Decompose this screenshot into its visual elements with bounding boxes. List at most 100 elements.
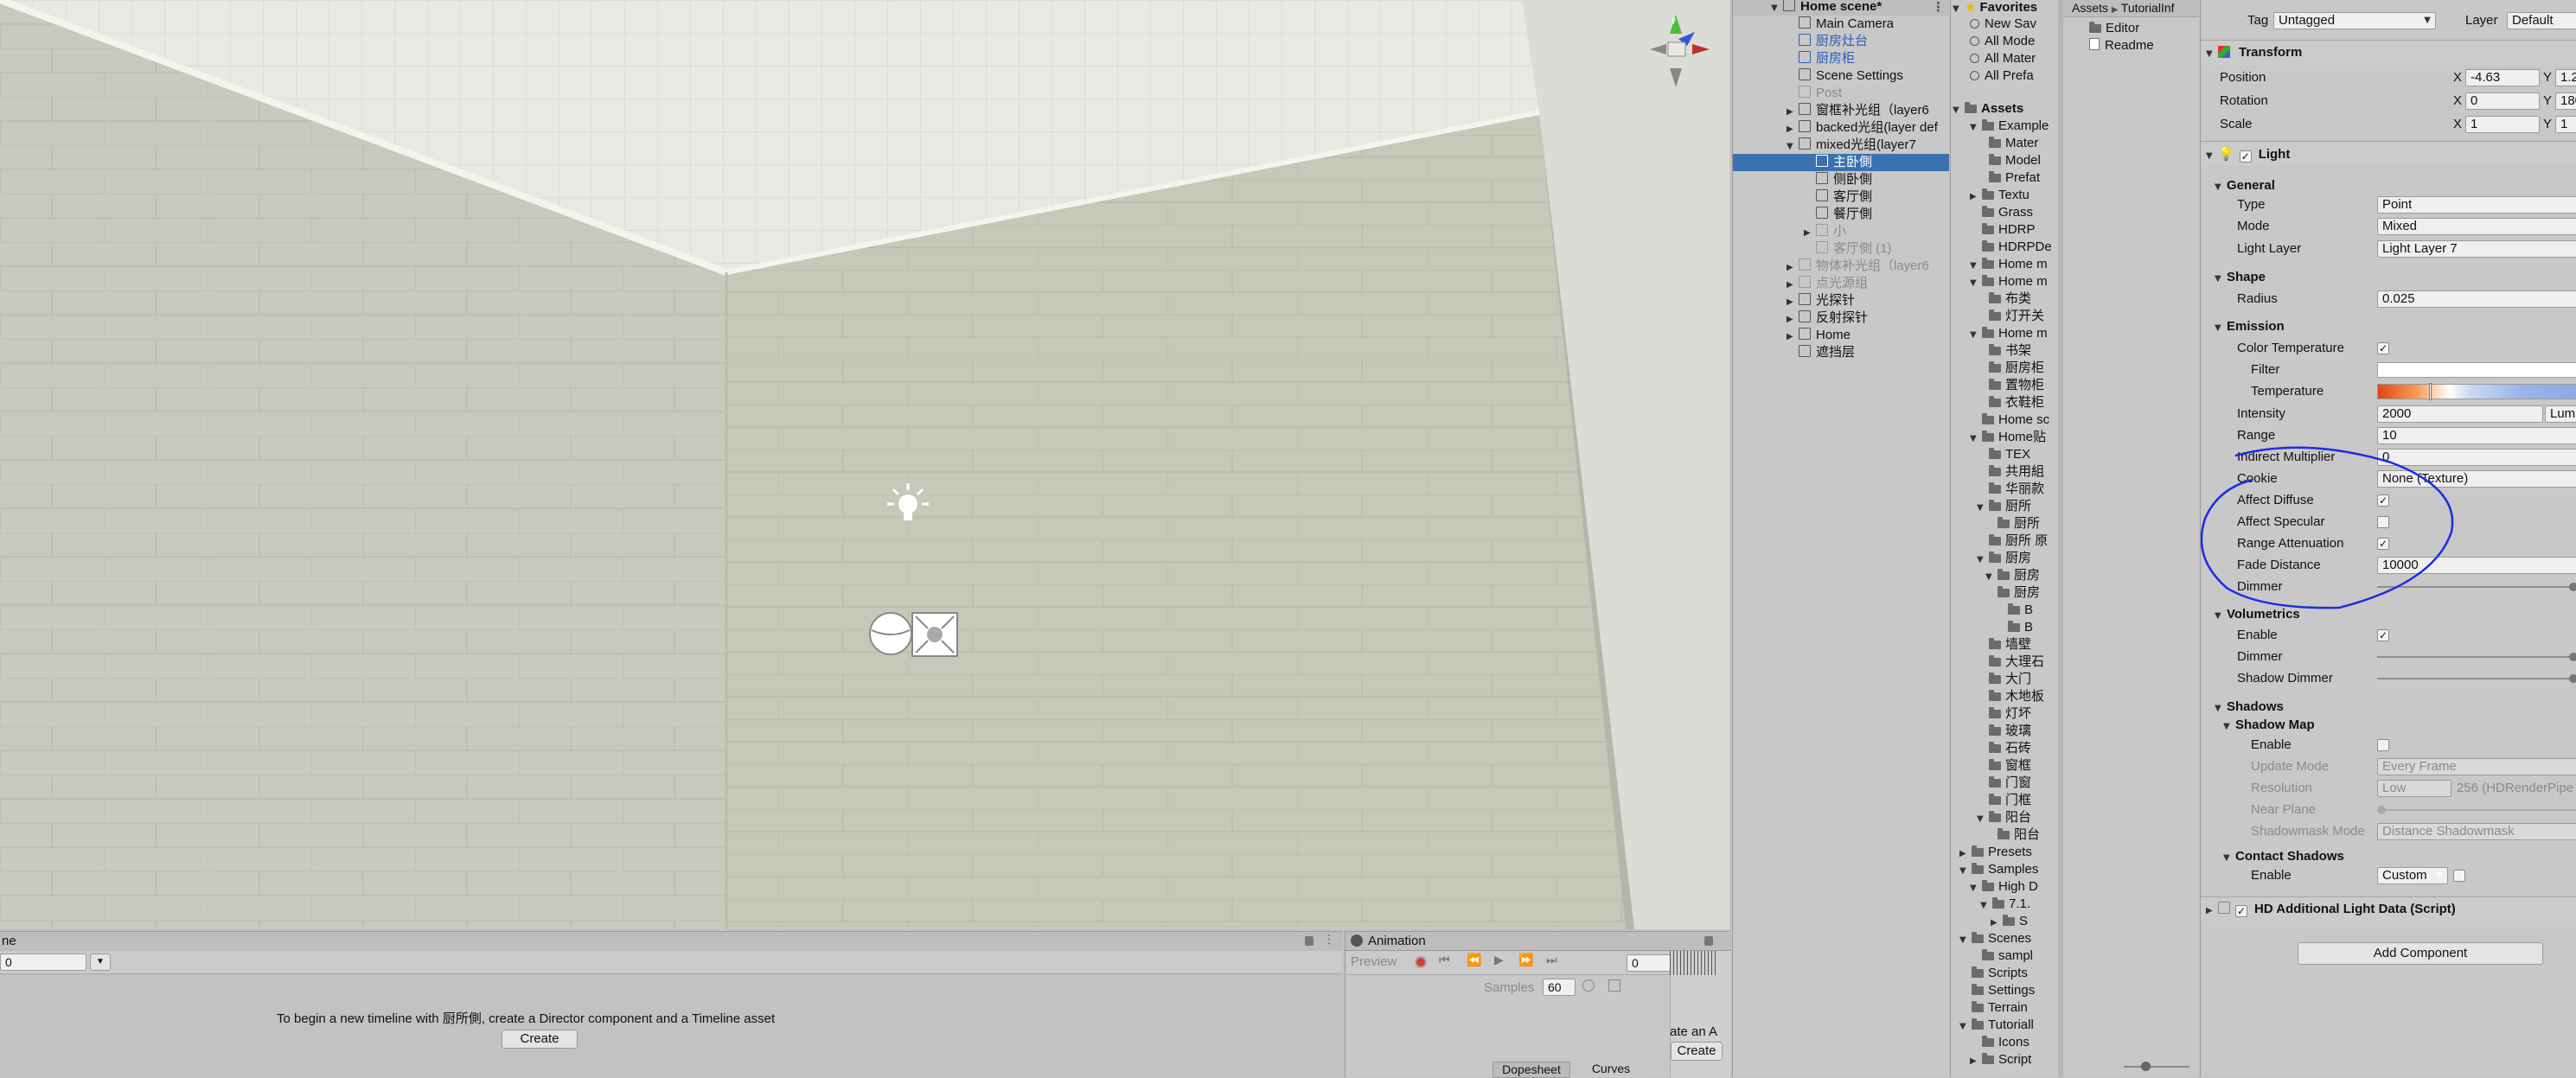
record-icon[interactable] (1415, 956, 1427, 968)
expand-arrow-icon[interactable]: ▶ (1970, 188, 1982, 206)
near-plane-knob[interactable] (2377, 806, 2386, 814)
assets-header[interactable]: ▼ Assets (1953, 100, 2023, 118)
asset-folder-row[interactable]: ▼ Home m (1970, 325, 2048, 342)
asset-folder-row[interactable]: 灯开关 (1977, 308, 2044, 325)
expand-arrow-icon[interactable]: ▶ (1991, 915, 2003, 932)
asset-folder-row[interactable]: 墙壁 (1977, 636, 2031, 654)
light-header[interactable]: ▼ 💡 ✓ Light (2201, 141, 2576, 166)
temperature-gradient-slider[interactable] (2377, 384, 2576, 399)
expand-arrow-icon[interactable]: ▶ (1970, 1053, 1982, 1070)
asset-folder-row[interactable]: ▼ Home m (1970, 256, 2048, 273)
hierarchy-row[interactable]: ▼ mixed光组(layer7 (1733, 137, 1949, 154)
samples-field[interactable]: 60 (1543, 979, 1576, 996)
asset-folder-row[interactable]: ▼ 阳台 (1977, 809, 2031, 826)
menu-dots-icon[interactable]: ⋮ (1932, 0, 1945, 16)
asset-folder-row[interactable]: 石砖 (1977, 740, 2031, 757)
asset-folder-row[interactable]: 置物柜 (1977, 377, 2044, 394)
tree-scrollbar[interactable] (2058, 0, 2063, 1077)
menu-dots-icon[interactable]: ⋮ (1323, 933, 1335, 947)
favorite-item[interactable]: New Sav (1970, 16, 2036, 33)
rotation-x-field[interactable]: 0 (2465, 92, 2540, 110)
asset-folder-row[interactable]: ▼ 7.1. (1980, 896, 2030, 913)
expand-arrow-icon[interactable]: ▼ (1977, 811, 1989, 828)
asset-folder-row[interactable]: 大门 (1977, 671, 2031, 688)
timeline-create-button[interactable]: Create (502, 1030, 578, 1049)
asset-folder-row[interactable]: Scripts (1959, 965, 2028, 982)
near-plane-slider[interactable] (2377, 809, 2576, 811)
asset-folder-row[interactable]: Mater (1977, 135, 2038, 152)
timeline-tab[interactable]: ne (2, 934, 16, 948)
hierarchy-row[interactable]: ▶ 光探针 (1733, 292, 1949, 309)
expand-arrow-icon[interactable]: ▼ (1980, 897, 1992, 915)
asset-folder-row[interactable]: ▼ Home m (1970, 273, 2048, 290)
asset-folder-row[interactable]: 厨所 原 (1977, 533, 2048, 550)
add-event-icon[interactable] (1608, 979, 1620, 992)
add-key-icon[interactable] (1582, 979, 1595, 992)
asset-folder-row[interactable]: HDRPDe (1970, 239, 2052, 256)
asset-folder-row[interactable]: Settings (1959, 982, 2035, 999)
favorite-item[interactable]: All Mode (1970, 33, 2035, 50)
dimmer-slider-knob[interactable] (2569, 583, 2576, 591)
expand-arrow-icon[interactable]: ▼ (1959, 932, 1972, 949)
orientation-gizmo-icon[interactable]: y (1647, 13, 1716, 91)
tag-dropdown[interactable]: Untagged ▼ (2273, 12, 2436, 29)
asset-folder-row[interactable]: 灯坏 (1977, 705, 2031, 723)
volumetrics-enable-checkbox[interactable]: ✓ (2377, 629, 2389, 641)
shadowmask-mode-dropdown[interactable]: Distance Shadowmask (2377, 823, 2576, 840)
frame-dropdown-button[interactable]: ▼ (90, 954, 111, 971)
volumetric-dimmer-slider[interactable] (2377, 656, 2576, 658)
expand-arrow-icon[interactable]: ▼ (1970, 880, 1982, 897)
breadcrumb-item[interactable]: Assets (2072, 1, 2108, 15)
curves-tab[interactable]: Curves (1572, 1062, 1650, 1078)
hd-light-data-header[interactable]: ▶ ✓ HD Additional Light Data (Script) (2201, 896, 2576, 922)
asset-folder-row[interactable]: 木地板 (1977, 688, 2044, 705)
hierarchy-row[interactable]: ▶ 物体补光组（layer6 (1733, 258, 1949, 275)
position-y-field[interactable]: 1.242 (2555, 69, 2576, 86)
zoom-slider[interactable] (2124, 1066, 2189, 1068)
asset-folder-row[interactable]: 窗框 (1977, 757, 2031, 775)
scene-view[interactable]: y (0, 0, 1729, 929)
asset-folder-row[interactable]: Terrain (1959, 999, 2028, 1017)
lock-icon[interactable] (1305, 936, 1314, 946)
emission-section[interactable]: ▼ Emission (2215, 316, 2285, 337)
hierarchy-row[interactable]: 遮挡层 (1733, 344, 1949, 361)
expand-arrow-icon[interactable]: ▼ (1970, 119, 1982, 137)
scale-x-field[interactable]: 1 (2465, 116, 2540, 133)
resolution-dropdown[interactable]: Low (2377, 780, 2451, 797)
asset-folder-row[interactable]: Prefat (1977, 169, 2040, 187)
type-dropdown[interactable]: Point (2377, 196, 2576, 214)
asset-folder-row[interactable]: 玻璃 (1977, 723, 2031, 740)
expand-arrow-icon[interactable]: ▼ (1985, 569, 1998, 586)
asset-folder-row[interactable]: 华丽款 (1977, 481, 2044, 498)
mode-dropdown[interactable]: Mixed (2377, 218, 2576, 235)
update-mode-dropdown[interactable]: Every Frame (2377, 758, 2576, 775)
position-x-field[interactable]: -4.63 (2465, 69, 2540, 86)
hierarchy-row[interactable]: ▶ 反射探针 (1733, 309, 1949, 327)
filter-color-swatch[interactable] (2377, 362, 2576, 378)
hierarchy-row[interactable]: ▶ 点光源组 (1733, 275, 1949, 292)
intensity-field[interactable]: 2000 (2377, 405, 2543, 423)
temperature-slider-handle[interactable] (2429, 383, 2432, 400)
expand-arrow-icon[interactable]: ▼ (1959, 863, 1972, 880)
radius-field[interactable]: 0.025 (2377, 290, 2576, 308)
asset-folder-row[interactable]: ▼ Home贴 (1970, 429, 2046, 446)
favorites-header[interactable]: ▼ ★ Favorites (1953, 0, 2037, 16)
hierarchy-row[interactable]: Main Camera (1733, 16, 1949, 33)
asset-folder-row[interactable]: ▼ Tutoriall (1959, 1017, 2034, 1034)
file-item[interactable]: Readme (2089, 37, 2154, 54)
light-enabled-checkbox[interactable]: ✓ (2239, 150, 2252, 163)
dopesheet-tab[interactable]: Dopesheet (1493, 1062, 1570, 1078)
shadow-map-enable-checkbox[interactable] (2377, 739, 2389, 751)
scene-root-row[interactable]: ▼ Home scene* ⋮ (1733, 0, 1949, 16)
asset-folder-row[interactable]: 衣鞋柜 (1977, 394, 2044, 411)
expand-arrow-icon[interactable]: ▼ (1970, 431, 1982, 448)
contact-shadows-dropdown[interactable]: Custom ▼ (2377, 867, 2448, 884)
asset-folder-row[interactable]: Model (1977, 152, 2041, 169)
prev-key-icon[interactable]: ⏪ (1467, 954, 1481, 967)
hierarchy-row[interactable]: 侧卧側 (1733, 171, 1949, 188)
asset-folder-row[interactable]: Home sc (1970, 411, 2049, 429)
hierarchy-row[interactable]: Scene Settings (1733, 67, 1949, 85)
point-light-gizmo-icon[interactable] (882, 480, 934, 532)
hd-light-enabled-checkbox[interactable]: ✓ (2235, 905, 2247, 917)
last-key-icon[interactable]: ⏭ (1546, 954, 1557, 967)
